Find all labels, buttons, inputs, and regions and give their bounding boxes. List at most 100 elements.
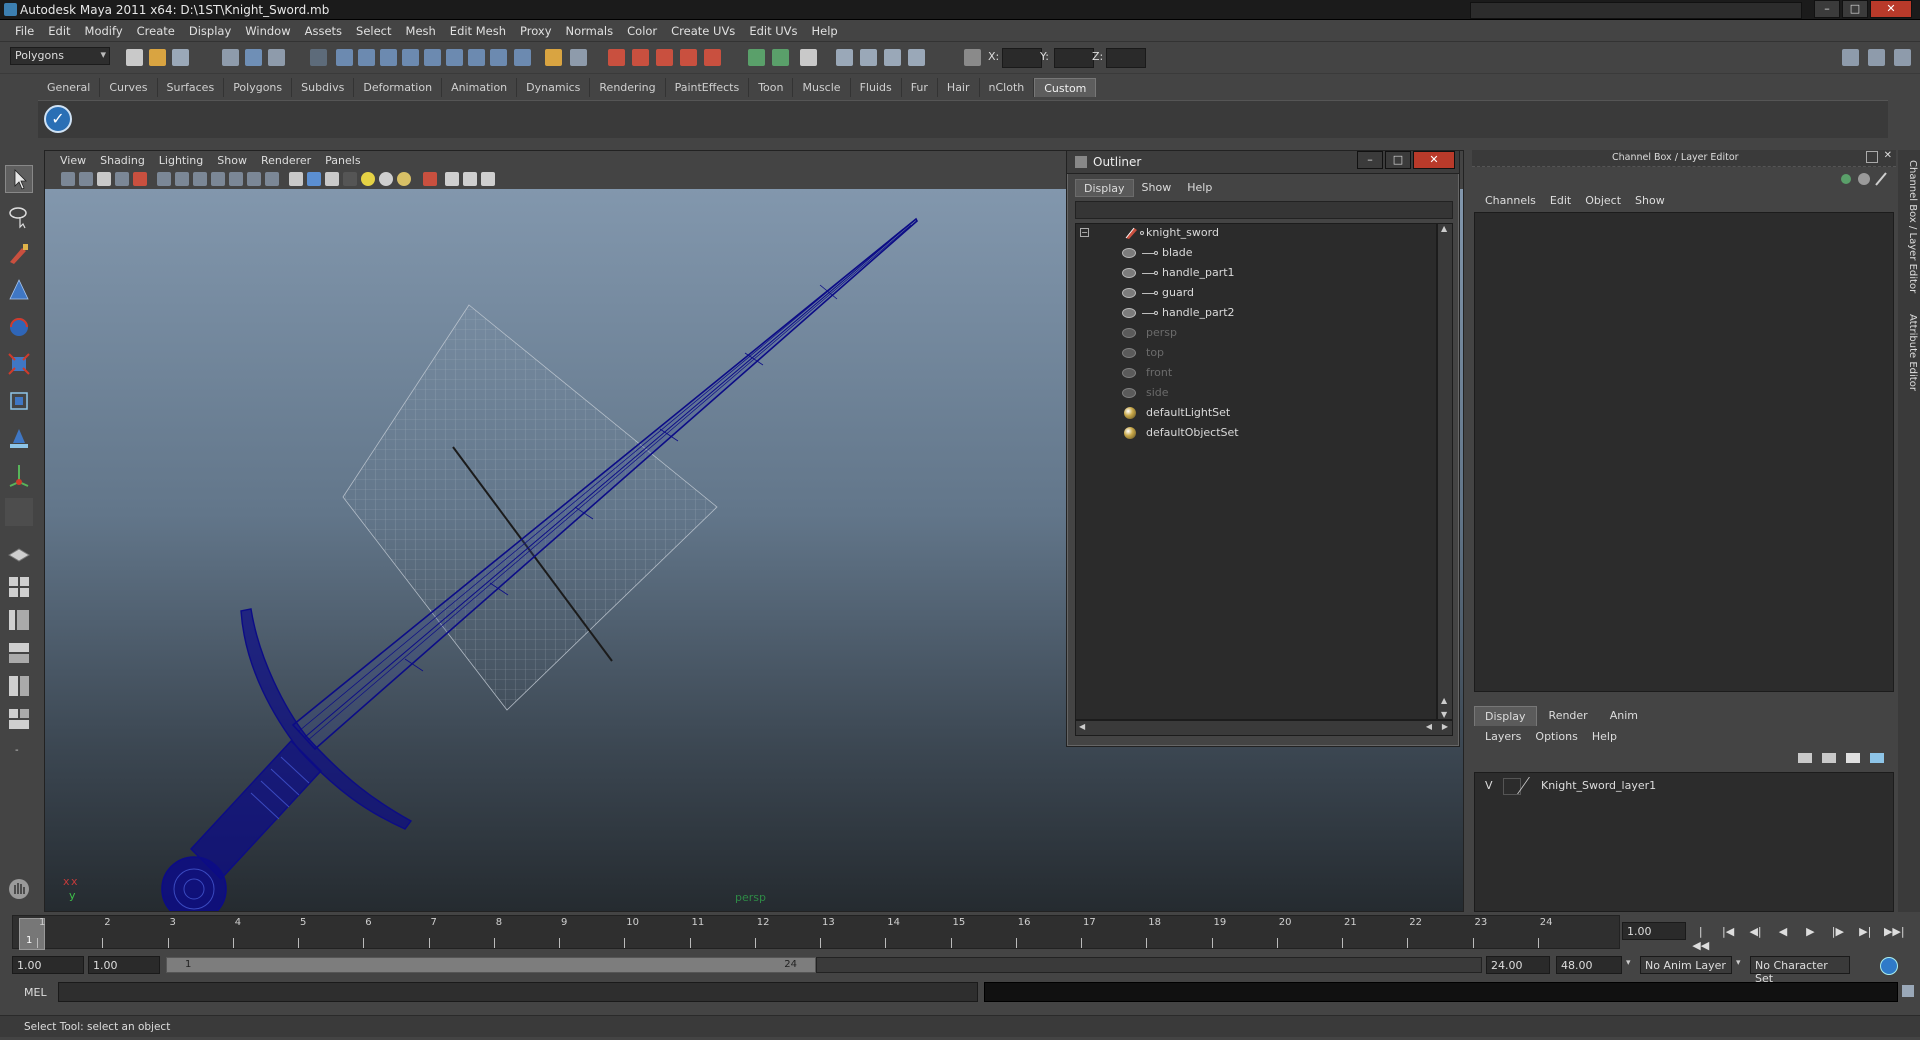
save-scene-icon[interactable]: [172, 49, 189, 66]
film-gate-icon[interactable]: [175, 172, 189, 186]
construction-history-icon[interactable]: [800, 49, 817, 66]
outliner-item-default-light-set[interactable]: defaultLightSet: [1076, 404, 1436, 422]
select-by-component-icon[interactable]: [268, 49, 285, 66]
universal-manipulator-icon[interactable]: [5, 387, 33, 415]
command-language-label[interactable]: MEL: [24, 986, 47, 999]
outliner-vertical-scrollbar[interactable]: ▲ ▲ ▼: [1437, 223, 1453, 720]
scroll-right-icon[interactable]: ▶: [1442, 722, 1448, 731]
bookmarks-icon[interactable]: [97, 172, 111, 186]
layer-tab-render[interactable]: Render: [1539, 706, 1598, 726]
selection-mask-icon[interactable]: [310, 49, 327, 66]
x-field[interactable]: [1002, 48, 1042, 68]
snap-to-grids-icon[interactable]: [608, 49, 625, 66]
maximize-button[interactable]: □: [1842, 0, 1868, 18]
viewport-menu-renderer[interactable]: Renderer: [254, 154, 318, 167]
xray-joints-icon[interactable]: [463, 172, 477, 186]
outliner-close-button[interactable]: ✕: [1413, 151, 1455, 169]
select-camera-icon[interactable]: [61, 172, 75, 186]
menu-help[interactable]: Help: [805, 24, 845, 38]
menu-window[interactable]: Window: [238, 24, 297, 38]
field-chart-icon[interactable]: [229, 172, 243, 186]
channel-box-menu-channels[interactable]: Channels: [1478, 192, 1543, 210]
snap-to-points-icon[interactable]: [656, 49, 673, 66]
persp-outliner-layout-icon[interactable]: [5, 606, 33, 634]
channel-box-menu-edit[interactable]: Edit: [1543, 192, 1578, 210]
menu-proxy[interactable]: Proxy: [513, 24, 559, 38]
chevron-down-icon[interactable]: ▾: [1736, 958, 1741, 968]
smooth-shade-icon[interactable]: [307, 172, 321, 186]
hand-icon[interactable]: [5, 875, 33, 903]
select-by-object-icon[interactable]: [245, 49, 262, 66]
shelf-tab-hair[interactable]: Hair: [938, 78, 980, 97]
viewport-menu-show[interactable]: Show: [210, 154, 254, 167]
layer-list[interactable]: V Knight_Sword_layer1: [1474, 772, 1894, 912]
menu-create-uvs[interactable]: Create UVs: [664, 24, 742, 38]
shelf-tab-polygons[interactable]: Polygons: [224, 78, 293, 97]
select-by-hierarchy-icon[interactable]: [222, 49, 239, 66]
layer-visibility-toggle[interactable]: V: [1485, 779, 1493, 792]
single-pane-layout-icon[interactable]: [5, 540, 33, 568]
menu-display[interactable]: Display: [182, 24, 238, 38]
textured-icon[interactable]: [343, 172, 357, 186]
ipr-render-icon[interactable]: [884, 49, 901, 66]
menu-normals[interactable]: Normals: [559, 24, 621, 38]
menu-color[interactable]: Color: [620, 24, 664, 38]
shelf-tab-general[interactable]: General: [38, 78, 101, 97]
menu-set-dropdown[interactable]: Polygons ▾: [10, 47, 110, 65]
render-view-icon[interactable]: [836, 49, 853, 66]
y-field[interactable]: [1054, 48, 1094, 68]
outliner-menu-display[interactable]: Display: [1075, 179, 1134, 197]
snap-to-view-planes-icon[interactable]: [680, 49, 697, 66]
scroll-left-icon[interactable]: ◀: [1426, 722, 1432, 731]
z-field[interactable]: [1106, 48, 1146, 68]
viewport-menu-lighting[interactable]: Lighting: [152, 154, 210, 167]
highlight-selection-icon[interactable]: [570, 49, 587, 66]
wireframe-icon[interactable]: [289, 172, 303, 186]
select-joints-icon[interactable]: [358, 49, 375, 66]
transform-input-icon[interactable]: [964, 49, 981, 66]
select-tool-icon[interactable]: [5, 165, 33, 193]
last-tool-used-icon[interactable]: [5, 498, 33, 526]
outliner-item-persp[interactable]: persp: [1076, 324, 1436, 342]
safe-action-icon[interactable]: [247, 172, 261, 186]
use-default-lighting-icon[interactable]: [361, 172, 375, 186]
render-frame-icon[interactable]: [860, 49, 877, 66]
shelf-tab-toon[interactable]: Toon: [749, 78, 794, 97]
menu-edit-uvs[interactable]: Edit UVs: [742, 24, 804, 38]
shelf-tab-deformation[interactable]: Deformation: [354, 78, 443, 97]
float-panel-icon[interactable]: [1866, 151, 1878, 163]
outliner-menu-show[interactable]: Show: [1134, 179, 1180, 197]
go-to-end-icon[interactable]: ▶▶|: [1884, 925, 1905, 939]
outliner-menu-help[interactable]: Help: [1179, 179, 1220, 197]
shelf-tab-dynamics[interactable]: Dynamics: [517, 78, 591, 97]
channel-box-menu-show[interactable]: Show: [1628, 192, 1672, 210]
outliner-item-handle-part2[interactable]: handle_part2: [1076, 304, 1436, 322]
step-back-key-icon[interactable]: ◀|: [1747, 925, 1764, 939]
shelf-tab-curves[interactable]: Curves: [100, 78, 158, 97]
step-forward-key-icon[interactable]: |▶: [1829, 925, 1846, 939]
menu-edit[interactable]: Edit: [41, 24, 77, 38]
paint-select-tool-icon[interactable]: [5, 239, 33, 267]
lasso-tool-icon[interactable]: [5, 202, 33, 230]
menu-create[interactable]: Create: [130, 24, 182, 38]
layer-menu-help[interactable]: Help: [1585, 728, 1624, 746]
xray-icon[interactable]: [445, 172, 459, 186]
select-rendering-icon[interactable]: [468, 49, 485, 66]
wireframe-on-shaded-icon[interactable]: [325, 172, 339, 186]
auto-key-icon[interactable]: [1880, 957, 1898, 975]
persp-graph-outliner-layout-icon[interactable]: [5, 705, 33, 733]
scroll-up-icon[interactable]: ▲: [1441, 696, 1447, 705]
outliner-filter-field[interactable]: [1075, 201, 1453, 219]
select-surfaces-icon[interactable]: [402, 49, 419, 66]
command-input[interactable]: [58, 982, 978, 1002]
menu-mesh[interactable]: Mesh: [399, 24, 443, 38]
shelf-tab-animation[interactable]: Animation: [442, 78, 518, 97]
select-handles-icon[interactable]: [336, 49, 353, 66]
layer-tab-display[interactable]: Display: [1474, 706, 1537, 726]
resolution-gate-icon[interactable]: [193, 172, 207, 186]
show-attribute-editor-icon[interactable]: [1842, 49, 1859, 66]
select-deformations-icon[interactable]: [424, 49, 441, 66]
play-backwards-icon[interactable]: ◀: [1774, 925, 1791, 939]
shelf-tab-ncloth[interactable]: nCloth: [980, 78, 1035, 97]
hypershade-layout-icon[interactable]: [5, 672, 33, 700]
